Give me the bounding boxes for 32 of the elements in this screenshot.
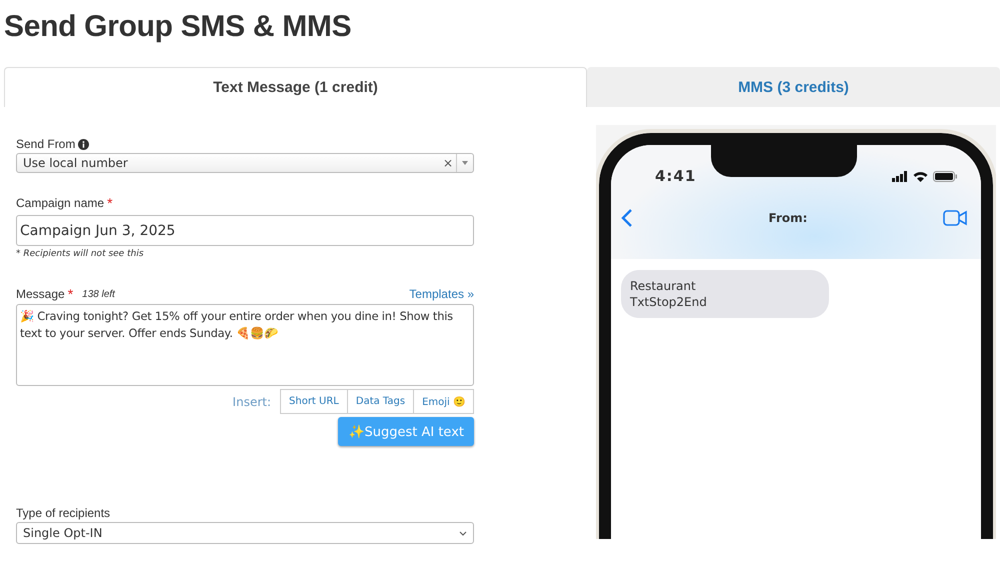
field-label: Message bbox=[16, 287, 65, 301]
caret-icon[interactable] bbox=[462, 161, 468, 165]
wifi-icon bbox=[913, 170, 928, 182]
insert-button[interactable]: Data Tags bbox=[346, 389, 414, 414]
character-counter: 138 left bbox=[82, 288, 116, 300]
page-title: Send Group SMS & MMS bbox=[3, 9, 352, 45]
send-from-select[interactable]: Use local number × bbox=[16, 153, 474, 173]
battery-icon bbox=[933, 170, 957, 182]
campaign-name-field[interactable]: Campaign Jun 3, 2025 bbox=[16, 215, 474, 246]
conversation-header: From: bbox=[768, 211, 808, 225]
info-icon[interactable] bbox=[78, 138, 90, 150]
suggest-ai-button[interactable]: ✨Suggest AI text bbox=[338, 417, 474, 446]
recipients-select[interactable]: Single Opt-IN bbox=[16, 522, 474, 544]
message-bubble: Restaurant TxtStop2End bbox=[621, 270, 829, 318]
insert-button[interactable]: Short URL bbox=[280, 389, 348, 414]
required-mark: * bbox=[68, 286, 74, 302]
templates-link[interactable]: Templates » bbox=[409, 287, 474, 301]
tab[interactable]: Text Message (1 credit) bbox=[4, 67, 587, 107]
field-label: Send From bbox=[16, 137, 76, 151]
video-camera-icon[interactable] bbox=[943, 210, 967, 226]
status-time: 4:41 bbox=[655, 167, 698, 185]
required-mark: * bbox=[107, 195, 113, 211]
signal-icon bbox=[892, 170, 908, 182]
field-label: Type of recipients bbox=[16, 506, 110, 520]
chevron-down-icon[interactable] bbox=[459, 530, 467, 536]
insert-label: Insert: bbox=[232, 394, 272, 408]
field-note: * Recipients will not see this bbox=[16, 249, 145, 259]
message-field[interactable]: 🎉 Craving tonight? Get 15% off your entire order when you dine in! Show this text to your server. Offer ends Sunday. 🍕🍔🌮 bbox=[16, 304, 474, 386]
tab[interactable]: MMS (3 credits) bbox=[587, 67, 1000, 107]
field-label: Campaign name bbox=[16, 196, 104, 210]
insert-button[interactable]: Emoji 🙂 bbox=[413, 389, 474, 414]
back-icon[interactable] bbox=[621, 209, 633, 227]
